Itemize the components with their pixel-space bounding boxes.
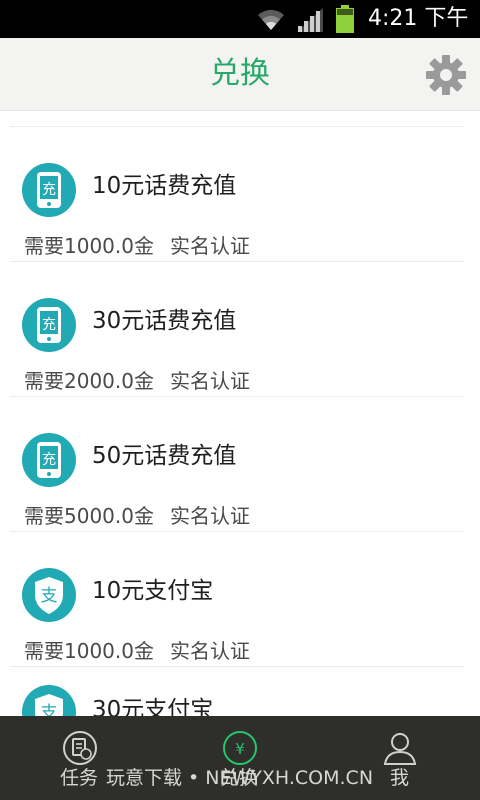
phone-recharge-icon: 充 (22, 163, 76, 217)
item-cost: 需要2000.0金 (24, 369, 154, 393)
item-requirements: 需要1000.0金 实名认证 (24, 233, 250, 259)
item-title: 50元话费充值 (92, 443, 237, 469)
list-item[interactable]: 充 50元话费充值 需要5000.0金 实名认证 (0, 397, 480, 532)
signal-icon (297, 8, 323, 32)
list-item[interactable]: 充 10元话费充值 需要1000.0金 实名认证 (0, 127, 480, 262)
alipay-icon: 支 (22, 685, 76, 716)
task-icon (63, 731, 97, 765)
clock-time: 4:21 下午 (368, 6, 469, 31)
alipay-icon: 支 (22, 568, 76, 622)
item-requirements: 需要5000.0金 实名认证 (24, 503, 250, 529)
item-title: 10元话费充值 (92, 173, 237, 199)
user-icon (383, 733, 417, 765)
reward-list: 充 10元话费充值 需要1000.0金 实名认证 充 30元话费充值 需要2000… (0, 111, 480, 716)
item-verify: 实名认证 (169, 504, 250, 528)
icon-glyph: 充 (42, 452, 56, 468)
item-verify: 实名认证 (169, 369, 250, 393)
page-title: 兑换 (210, 56, 270, 91)
icon-glyph: 支 (41, 703, 58, 716)
item-title: 10元支付宝 (92, 578, 214, 604)
bottom-navigation: 任务 ¥ 兑换 我 玩意下载 • NEWYXH.COM.CN (0, 716, 480, 800)
svg-text:¥: ¥ (235, 740, 245, 758)
phone-recharge-icon: 充 (22, 433, 76, 487)
list-item[interactable]: 支 10元支付宝 需要1000.0金 实名认证 (0, 532, 480, 667)
app-header: 兑换 (0, 38, 480, 111)
item-requirements: 需要1000.0金 实名认证 (24, 638, 250, 664)
tab-label: 我 (390, 767, 410, 789)
watermark-text: 玩意下载 • NEWYXH.COM.CN (106, 767, 374, 789)
wifi-icon (258, 9, 284, 30)
item-verify: 实名认证 (169, 639, 250, 663)
item-requirements: 需要2000.0金 实名认证 (24, 368, 250, 394)
yen-coin-icon: ¥ (223, 731, 257, 765)
battery-icon (336, 5, 354, 33)
status-bar: 4:21 下午 (0, 0, 480, 38)
list-item[interactable]: 支 30元支付宝 (0, 667, 480, 716)
item-cost: 需要1000.0金 (24, 234, 154, 258)
icon-glyph: 支 (41, 586, 58, 606)
item-verify: 实名认证 (169, 234, 250, 258)
gear-icon[interactable] (424, 53, 468, 97)
icon-glyph: 充 (42, 182, 56, 198)
item-cost: 需要5000.0金 (24, 504, 154, 528)
item-title: 30元支付宝 (92, 697, 214, 716)
list-item[interactable]: 充 30元话费充值 需要2000.0金 实名认证 (0, 262, 480, 397)
icon-glyph: 充 (42, 317, 56, 333)
phone-recharge-icon: 充 (22, 298, 76, 352)
tab-label: 任务 (60, 767, 99, 789)
item-cost: 需要1000.0金 (24, 639, 154, 663)
item-title: 30元话费充值 (92, 308, 237, 334)
